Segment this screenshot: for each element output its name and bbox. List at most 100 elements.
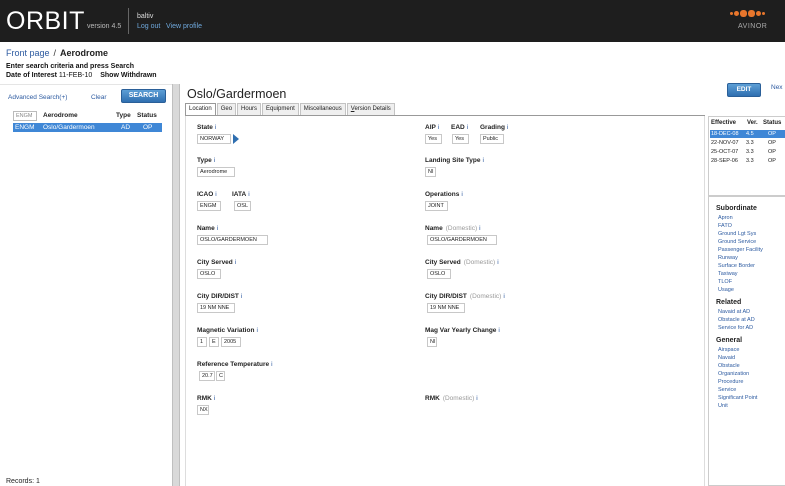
tab-miscellaneous[interactable]: Miscellaneous — [299, 103, 346, 115]
general-heading: General — [716, 337, 743, 344]
link-navaid[interactable]: Navaid — [718, 355, 735, 361]
info-icon[interactable]: i — [215, 191, 216, 198]
info-icon[interactable]: i — [498, 327, 499, 334]
view-profile-link[interactable]: View profile — [166, 23, 202, 30]
link-service-for-ad[interactable]: Service for AD — [718, 325, 753, 331]
code-filter-input[interactable]: ENGM — [13, 111, 37, 121]
info-icon[interactable]: i — [503, 293, 504, 300]
city-dir-dist-domestic-value: 19 NM NNE — [427, 303, 465, 313]
link-procedure[interactable]: Procedure — [718, 379, 743, 385]
link-navaid-at-ad[interactable]: Navaid at AD — [718, 309, 750, 315]
column-ver: Ver. — [747, 120, 758, 126]
link-passenger-facility[interactable]: Passenger Facility — [718, 247, 763, 253]
info-icon[interactable]: i — [507, 124, 508, 131]
link-unit[interactable]: Unit — [718, 403, 728, 409]
city-served-value: OSLO — [197, 269, 221, 279]
tab-geo[interactable]: Geo — [216, 103, 237, 115]
column-effective: Effective — [711, 120, 737, 126]
version-row[interactable]: 18-DEC-08 4.5 OP — [710, 130, 785, 138]
info-icon[interactable]: i — [497, 259, 498, 266]
version-status: OP — [768, 131, 776, 137]
info-icon[interactable]: i — [214, 157, 215, 164]
link-organization[interactable]: Organization — [718, 371, 749, 377]
show-withdrawn-toggle[interactable]: Show Withdrawn — [100, 72, 156, 79]
name-domestic-value: OSLO/GARDERMOEN — [427, 235, 497, 245]
ead-label: EAD i — [451, 124, 469, 131]
link-runway[interactable]: Runway — [718, 255, 738, 261]
next-link[interactable]: Nex — [771, 84, 785, 91]
info-icon[interactable]: i — [461, 191, 462, 198]
info-icon[interactable]: i — [248, 191, 249, 198]
search-hint: Enter search criteria and press Search — [6, 63, 135, 70]
link-ground-service[interactable]: Ground Service — [718, 239, 756, 245]
info-icon[interactable]: i — [256, 327, 257, 334]
column-aerodrome[interactable]: Aerodrome — [43, 112, 78, 119]
ead-value: Yes — [452, 134, 469, 144]
link-taxiway[interactable]: Taxiway — [718, 271, 738, 277]
city-served-label: City Served i — [197, 259, 237, 266]
info-icon[interactable]: i — [271, 361, 272, 368]
mag-var-degrees: 1 — [197, 337, 207, 347]
location-form: State i NORWAY AIP i Yes EAD i Yes Grading i… — [185, 116, 705, 486]
header-divider — [128, 8, 129, 34]
info-icon[interactable]: i — [241, 293, 242, 300]
link-surface-border[interactable]: Surface Border — [718, 263, 755, 269]
version-row[interactable]: 25-OCT-07 3.3 OP — [710, 148, 785, 156]
column-status[interactable]: Status — [137, 112, 157, 119]
link-fato[interactable]: FATO — [718, 223, 732, 229]
operations-label: Operations i — [425, 191, 463, 198]
info-icon[interactable]: i — [215, 124, 216, 131]
tab-version-details[interactable]: Version Details — [346, 103, 395, 115]
info-icon[interactable]: i — [235, 259, 236, 266]
link-significant-point[interactable]: Significant Point — [718, 395, 757, 401]
date-of-interest-value[interactable]: 11-FEB-10 — [59, 72, 92, 79]
link-obstacle[interactable]: Obstacle — [718, 363, 740, 369]
mag-var-year: 2005 — [221, 337, 241, 347]
breadcrumb-current: Aerodrome — [60, 48, 109, 58]
ref-temp-unit: C — [216, 371, 225, 381]
info-icon[interactable]: i — [483, 157, 484, 164]
link-usage[interactable]: Usage — [718, 287, 734, 293]
advanced-search-link[interactable]: Advanced Search(+) — [8, 94, 67, 101]
link-tlof[interactable]: TLOF — [718, 279, 732, 285]
info-icon[interactable]: i — [479, 225, 480, 232]
tab-hours[interactable]: Hours — [237, 103, 262, 115]
link-service[interactable]: Service — [718, 387, 736, 393]
logout-link[interactable]: Log out — [137, 23, 160, 30]
info-icon[interactable]: i — [476, 395, 477, 402]
link-airspace[interactable]: Airspace — [718, 347, 739, 353]
link-ground-lgt-sys[interactable]: Ground Lgt Sys — [718, 231, 756, 237]
link-apron[interactable]: Apron — [718, 215, 733, 221]
table-row[interactable]: ENGM Oslo/Gardermoen AD OP — [13, 123, 162, 132]
row-aerodrome: Oslo/Gardermoen — [43, 124, 95, 131]
tab-equipment[interactable]: Equipment — [262, 103, 299, 115]
row-type: AD — [121, 124, 131, 131]
search-button[interactable]: SEARCH — [121, 89, 166, 103]
column-type[interactable]: Type — [116, 112, 131, 119]
row-code: ENGM — [15, 124, 35, 131]
version-number: 3.3 — [746, 149, 754, 155]
edit-button[interactable]: EDIT — [727, 83, 761, 97]
app-header: ORBIT version 4.5 baltiv Log out View pr… — [0, 0, 785, 42]
search-panel: Advanced Search(+) Clear SEARCH ENGM Aer… — [0, 84, 172, 486]
info-icon[interactable]: i — [467, 124, 468, 131]
tab-version-details-rest: ersion Details — [354, 106, 391, 112]
info-icon[interactable]: i — [438, 124, 439, 131]
app-version: version 4.5 — [87, 23, 122, 30]
breadcrumb-home-link[interactable]: Front page — [6, 48, 50, 58]
link-obstacle-at-ad[interactable]: Obstacle at AD — [718, 317, 755, 323]
clear-link[interactable]: Clear — [91, 94, 107, 101]
related-heading: Related — [716, 299, 742, 306]
records-label: Records: — [6, 478, 35, 485]
version-row[interactable]: 28-SEP-06 3.3 OP — [710, 157, 785, 165]
tab-location[interactable]: Location — [185, 103, 216, 115]
version-date: 28-SEP-06 — [711, 158, 738, 164]
mag-var-direction: E — [209, 337, 219, 347]
panel-splitter[interactable] — [172, 84, 180, 486]
version-row[interactable]: 22-NOV-07 3.3 OP — [710, 139, 785, 147]
version-number: 3.3 — [746, 140, 754, 146]
related-entities-panel: Subordinate Apron FATO Ground Lgt Sys Gr… — [708, 196, 785, 486]
play-arrow-icon[interactable] — [233, 134, 239, 144]
info-icon[interactable]: i — [217, 225, 218, 232]
info-icon[interactable]: i — [214, 395, 215, 402]
